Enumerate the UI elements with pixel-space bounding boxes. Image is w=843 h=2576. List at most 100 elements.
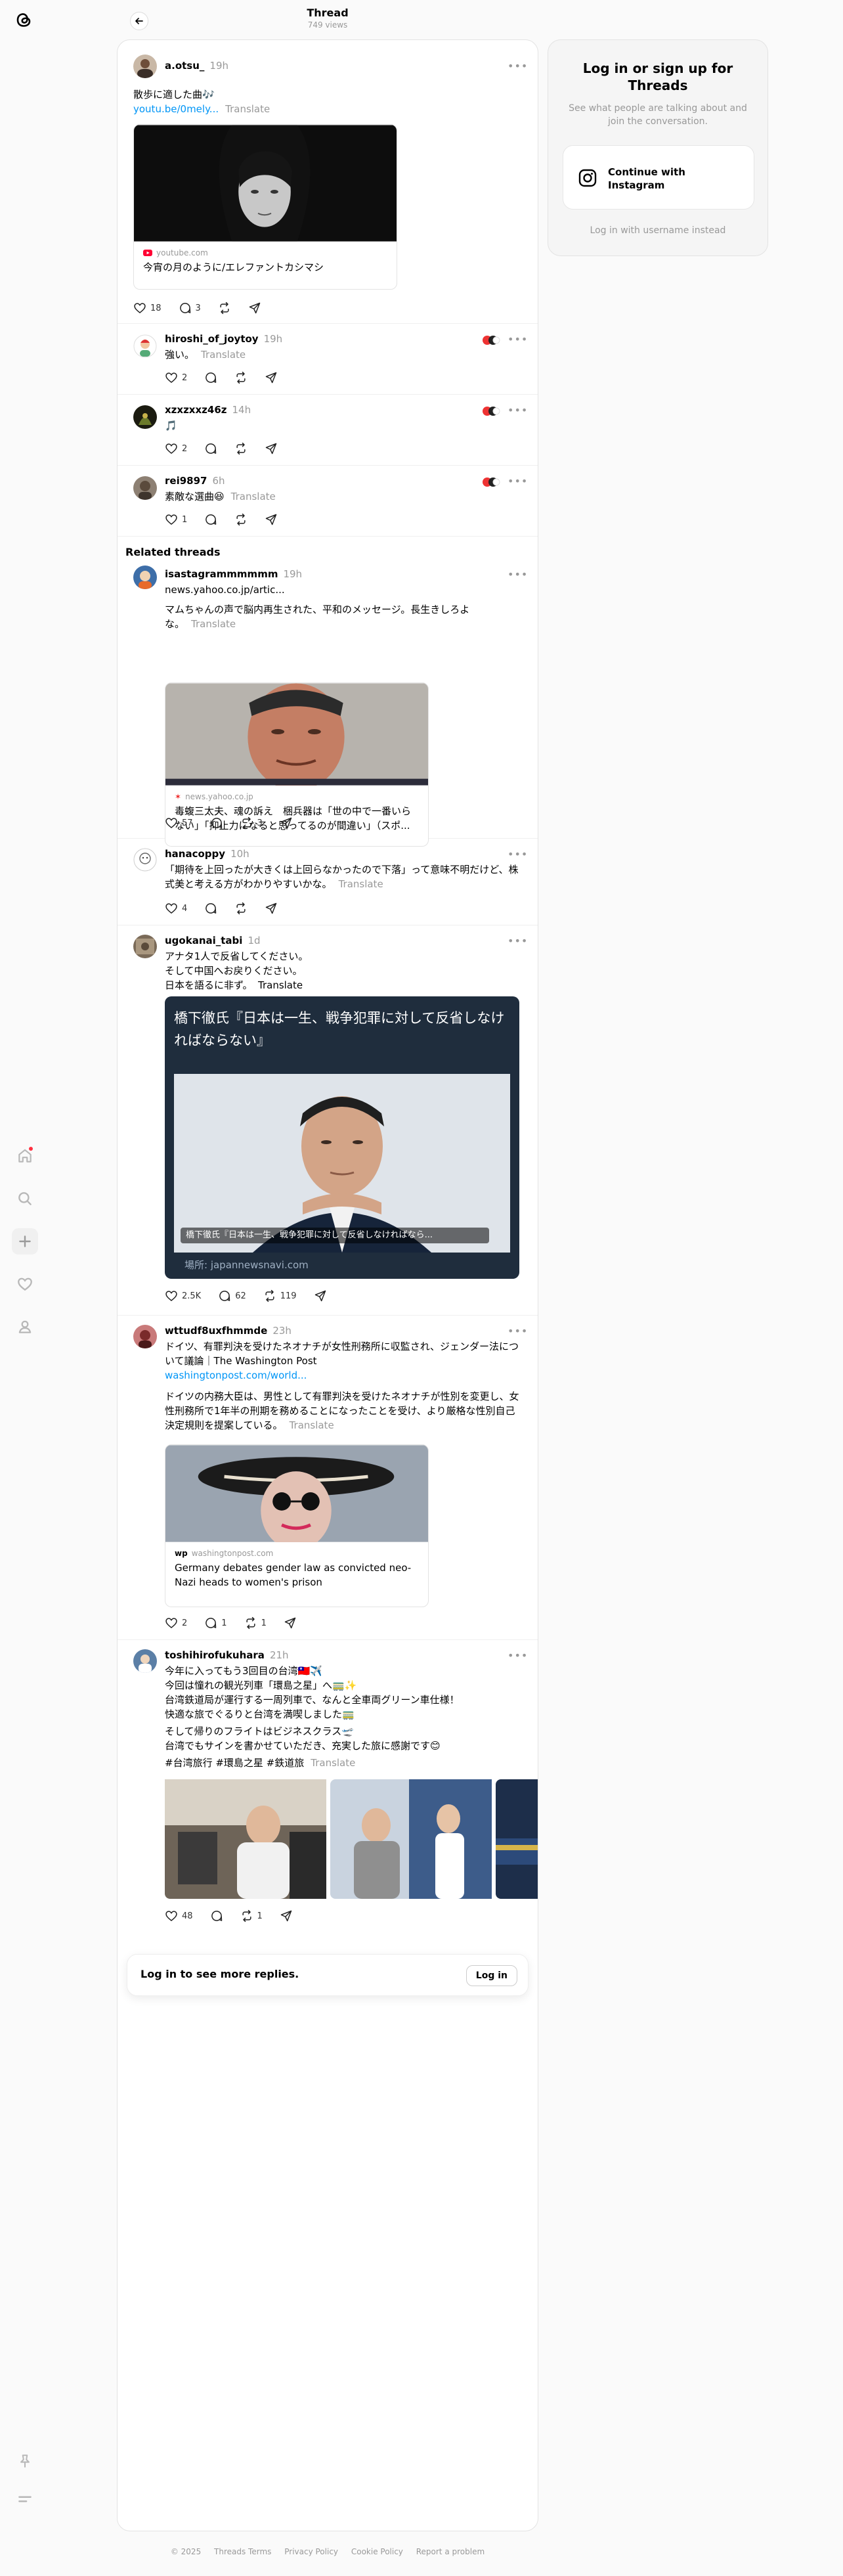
post-hashtags[interactable]: #台湾旅行 #環島之星 #鉄道旅	[165, 1757, 304, 1769]
like-button[interactable]: 57	[165, 816, 193, 830]
translate-link[interactable]: Translate	[201, 349, 246, 361]
avatar[interactable]	[133, 566, 157, 589]
translate-link[interactable]: Translate	[225, 103, 270, 115]
reply-button[interactable]	[210, 1909, 223, 1922]
translate-link[interactable]: Translate	[258, 978, 303, 992]
image-news-card[interactable]: 橋下徹氏『日本は一生、戦争犯罪に対して反省しなければならない』 橋下徹氏『日本は…	[165, 996, 519, 1279]
heart-icon	[165, 371, 178, 384]
more-options-icon[interactable]: •••	[508, 1649, 527, 1662]
heart-icon[interactable]	[12, 1271, 38, 1297]
menu-icon[interactable]	[12, 2486, 38, 2512]
more-options-icon[interactable]: •••	[508, 404, 527, 417]
footer-terms-link[interactable]: Threads Terms	[214, 2547, 271, 2556]
translate-link[interactable]: Translate	[311, 1757, 355, 1769]
repost-button[interactable]	[234, 442, 248, 455]
repost-button[interactable]: 119	[263, 1289, 297, 1302]
post-username[interactable]: isastagrammmmmm 19h	[165, 568, 302, 580]
more-options-icon[interactable]: •••	[508, 848, 527, 861]
avatar[interactable]	[133, 55, 157, 78]
share-button[interactable]	[280, 1909, 293, 1922]
share-button[interactable]	[284, 1616, 297, 1630]
image-carousel[interactable]	[165, 1779, 538, 1899]
like-button[interactable]: 2	[165, 371, 187, 384]
post-username[interactable]: ugokanai_tabi 1d	[165, 935, 261, 946]
reply-username[interactable]: rei9897 6h	[165, 475, 225, 487]
share-button[interactable]	[248, 301, 261, 315]
repost-button[interactable]	[234, 513, 248, 526]
reply-button[interactable]	[210, 816, 223, 830]
share-button[interactable]	[280, 816, 293, 830]
repost-button[interactable]: 1	[244, 1616, 267, 1630]
repost-button[interactable]: 1	[240, 1909, 263, 1922]
like-button[interactable]: 48	[165, 1909, 193, 1922]
more-options-icon[interactable]: •••	[508, 475, 527, 488]
avatar[interactable]	[133, 405, 157, 429]
avatar[interactable]	[133, 334, 157, 358]
more-options-icon[interactable]: •••	[508, 333, 527, 346]
more-options-icon[interactable]: •••	[508, 568, 527, 581]
post-link[interactable]: washingtonpost.com/world...	[165, 1368, 307, 1383]
like-button[interactable]: 18	[133, 301, 162, 315]
reply-item: xzxzxxz46z 14h ••• 🎵 2	[118, 395, 538, 466]
instagram-button-label: Continue with Instagram	[608, 166, 685, 191]
home-icon[interactable]	[12, 1143, 38, 1169]
profile-icon[interactable]	[12, 1314, 38, 1340]
more-options-icon[interactable]: •••	[508, 60, 527, 73]
like-button[interactable]: 2.5K	[165, 1289, 201, 1302]
post-username[interactable]: a.otsu_ 19h	[165, 60, 228, 72]
like-button[interactable]: 1	[165, 513, 187, 526]
share-button[interactable]	[314, 1289, 327, 1302]
threads-logo-icon[interactable]	[13, 9, 34, 30]
heart-icon	[165, 442, 178, 455]
continue-with-instagram-button[interactable]: Continue with Instagram	[563, 145, 754, 210]
reply-button[interactable]: 1	[204, 1616, 227, 1630]
like-button[interactable]: 2	[165, 1616, 187, 1630]
reply-button[interactable]	[204, 513, 217, 526]
repost-button[interactable]	[234, 371, 248, 384]
repost-button[interactable]	[234, 902, 248, 915]
repost-icon	[263, 1289, 276, 1302]
avatar[interactable]	[133, 476, 157, 500]
like-button[interactable]: 4	[165, 902, 187, 915]
post-username[interactable]: toshihirofukuhara 21h	[165, 1649, 289, 1661]
repost-button[interactable]	[218, 301, 231, 315]
footer-report-link[interactable]: Report a problem	[416, 2547, 485, 2556]
avatar[interactable]	[133, 935, 157, 958]
share-button[interactable]	[265, 513, 278, 526]
translate-link[interactable]: Translate	[290, 1419, 334, 1431]
post-link[interactable]: youtu.be/0mely...	[133, 103, 219, 115]
share-button[interactable]	[265, 902, 278, 915]
translate-link[interactable]: Translate	[339, 878, 383, 890]
reply-username[interactable]: xzxzxxz46z 14h	[165, 404, 251, 416]
reply-username[interactable]: hiroshi_of_joytoy 19h	[165, 333, 282, 345]
repost-button[interactable]: 3	[240, 816, 263, 830]
translate-link[interactable]: Translate	[231, 491, 276, 502]
reply-button[interactable]: 3	[179, 301, 201, 315]
news-link-card[interactable]: wp washingtonpost.com Germany debates gen…	[165, 1444, 429, 1607]
footer-privacy-link[interactable]: Privacy Policy	[284, 2547, 338, 2556]
post-text: 散歩に適した曲🎶	[133, 89, 215, 100]
plus-icon[interactable]	[12, 1228, 38, 1255]
avatar[interactable]	[133, 848, 157, 872]
login-button[interactable]: Log in	[465, 1965, 517, 1986]
reply-button[interactable]: 62	[218, 1289, 246, 1302]
more-options-icon[interactable]: •••	[508, 935, 527, 948]
youtube-link-card[interactable]: youtube.com 今宵の月のように/エレファントカシマシ	[133, 124, 397, 290]
reply-button[interactable]	[204, 442, 217, 455]
pin-icon[interactable]	[12, 2449, 38, 2475]
post-username[interactable]: hanacoppy 10h	[165, 848, 249, 860]
reply-button[interactable]	[204, 371, 217, 384]
footer-cookie-link[interactable]: Cookie Policy	[351, 2547, 403, 2556]
reply-button[interactable]	[204, 902, 217, 915]
post-link[interactable]: news.yahoo.co.jp/artic...	[165, 583, 285, 597]
avatar[interactable]	[133, 1325, 157, 1348]
search-icon[interactable]	[12, 1186, 38, 1212]
avatar[interactable]	[133, 1649, 157, 1673]
translate-link[interactable]: Translate	[191, 618, 236, 630]
share-button[interactable]	[265, 371, 278, 384]
username-login-link[interactable]: Log in with username instead	[548, 225, 767, 236]
more-options-icon[interactable]: •••	[508, 1325, 527, 1338]
share-button[interactable]	[265, 442, 278, 455]
post-username[interactable]: wttudf8uxfhmmde 23h	[165, 1325, 292, 1337]
like-button[interactable]: 2	[165, 442, 187, 455]
